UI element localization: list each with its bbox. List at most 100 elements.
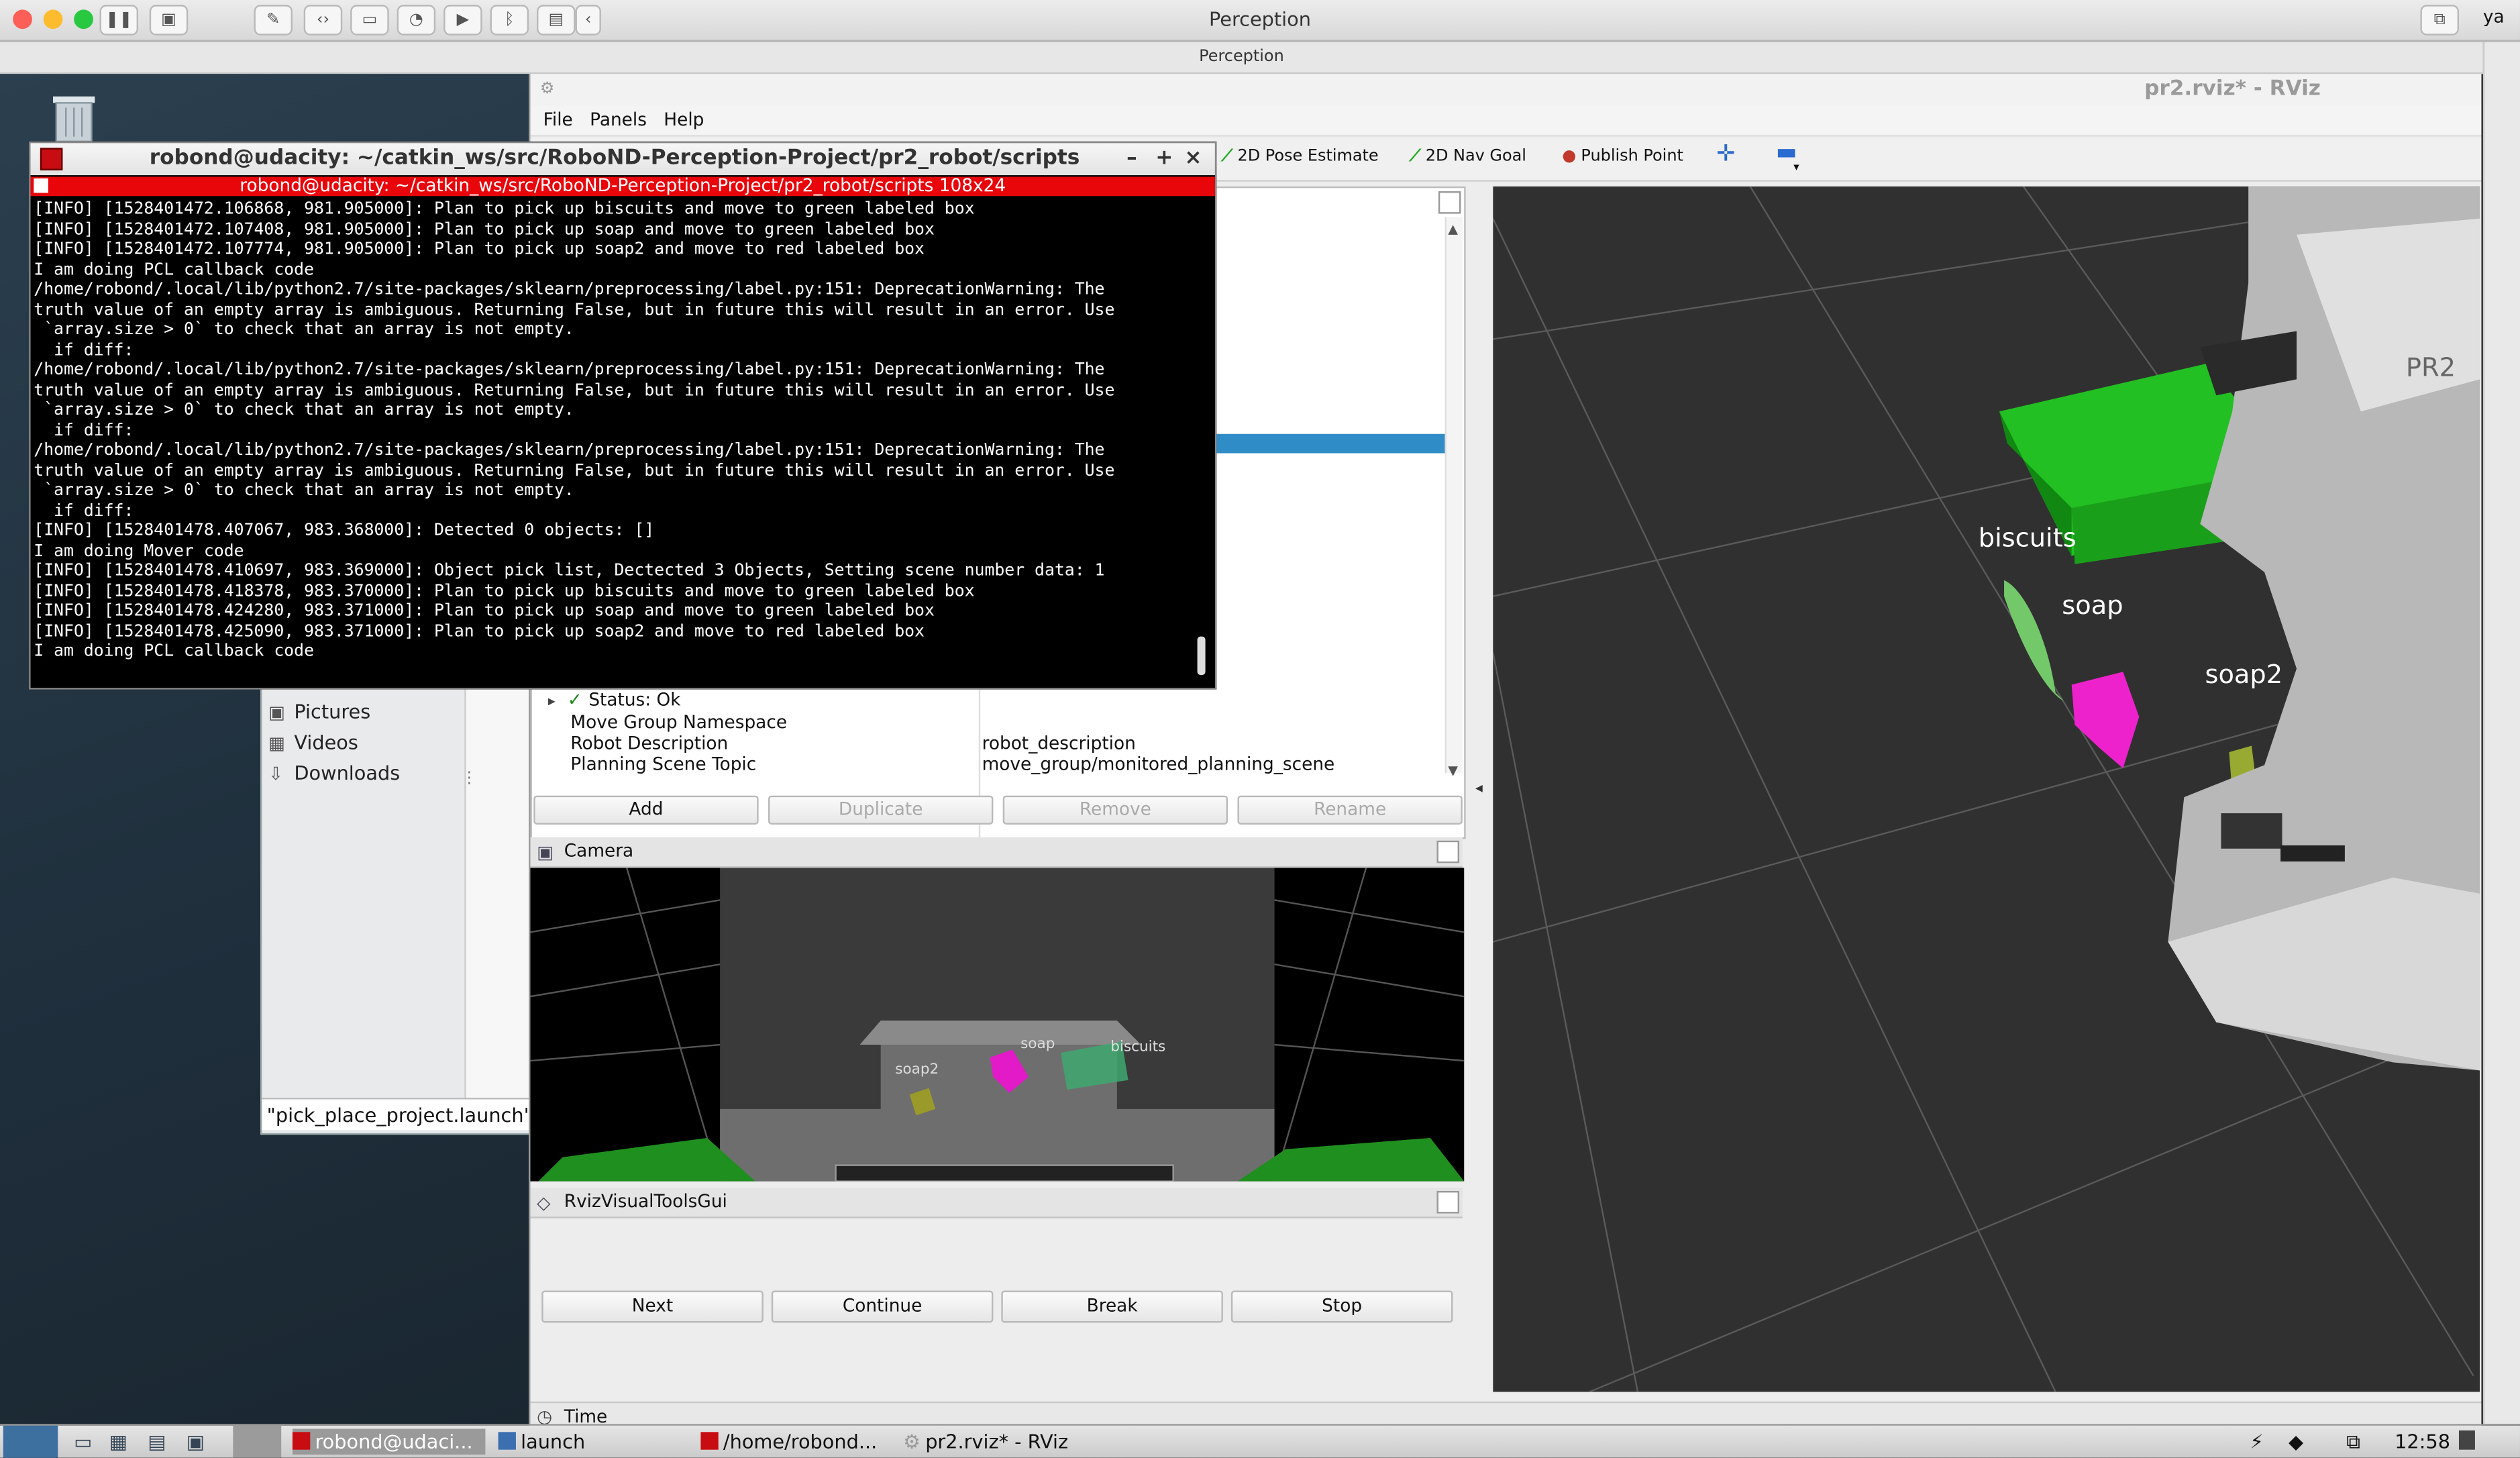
alert-icon[interactable]: ◆ xyxy=(2289,1429,2303,1455)
user-initials: ya xyxy=(2482,6,2505,28)
menu-panels[interactable]: Panels xyxy=(590,109,647,130)
terminal-line: I am doing PCL callback code xyxy=(34,259,315,279)
workspace-indicator[interactable] xyxy=(233,1425,282,1458)
terminal-app-icon xyxy=(700,1432,719,1450)
scroll-up-icon[interactable]: ▲ xyxy=(1448,222,1458,237)
terminal-launcher-icon[interactable]: ▤ xyxy=(148,1429,166,1455)
property-name: Robot Description xyxy=(570,733,729,754)
places-item-label: Downloads xyxy=(294,762,401,784)
next-button[interactable]: Next xyxy=(541,1290,764,1323)
add-display-button[interactable]: Add xyxy=(533,795,759,825)
camera-view[interactable]: soap2 soap biscuits xyxy=(530,868,1465,1182)
stop-button[interactable]: Stop xyxy=(1230,1290,1453,1323)
tool-publish-point[interactable]: ● Publish Point xyxy=(1562,148,1683,165)
diamond-icon: ◇ xyxy=(537,1192,551,1214)
scroll-down-icon[interactable]: ▼ xyxy=(1448,764,1458,778)
continue-button[interactable]: Continue xyxy=(771,1290,994,1323)
nav-arrow-icon: ⟋ xyxy=(1409,148,1421,166)
terminal-title: robond@udacity: ~/catkin_ws/src/RoboND-P… xyxy=(149,146,1080,170)
menu-help[interactable]: Help xyxy=(664,109,704,130)
status-text: Status: Ok xyxy=(588,689,681,711)
expand-arrow-icon[interactable]: ▸ xyxy=(548,694,556,711)
camera-label-soap2: soap2 xyxy=(895,1061,939,1078)
terminal-output[interactable]: [INFO] [1528401472.106868, 981.905000]: … xyxy=(34,199,1191,682)
property-value[interactable]: robot_description xyxy=(982,733,1136,753)
clock: 12:58 xyxy=(2395,1430,2451,1453)
rviz-logo-icon: ⚙ xyxy=(539,80,555,99)
rename-display-button[interactable]: Rename xyxy=(1237,795,1463,825)
task-terminal[interactable]: robond@udaci... xyxy=(292,1428,486,1455)
terminal-line: if diff: xyxy=(34,420,134,440)
trash-icon[interactable] xyxy=(48,87,100,144)
file-manager-window: ▣ Pictures ▦ Videos ⇩ Downloads ⋮ "pick_pla… xyxy=(260,672,531,1135)
task-home-terminal[interactable]: /home/robond... xyxy=(700,1429,877,1455)
tool-label: 2D Pose Estimate xyxy=(1237,148,1379,166)
viewport-label-soap: soap xyxy=(2062,590,2123,621)
camera-icon: ▣ xyxy=(537,842,554,864)
collapse-left-icon[interactable]: ◂ xyxy=(1475,781,1483,797)
editor-launcher-icon[interactable]: ▣ xyxy=(187,1429,205,1455)
property-name: Planning Scene Topic xyxy=(570,753,757,775)
tray-icon[interactable] xyxy=(2458,1430,2475,1450)
terminal-line: I am doing Mover code xyxy=(34,541,244,560)
visual-tools-checkbox[interactable] xyxy=(1436,1190,1460,1214)
terminal-titlebar: robond@udacity: ~/catkin_ws/src/RoboND-P… xyxy=(30,143,1215,176)
power-icon[interactable]: ⚡ xyxy=(2250,1429,2264,1455)
terminal-line: [INFO] [1528401478.424280, 983.371000]: … xyxy=(34,601,935,621)
terminal-inner-title: robond@udacity: ~/catkin_ws/src/RoboND-P… xyxy=(240,175,1006,197)
file-manager-icon[interactable]: ▦ xyxy=(109,1429,127,1455)
maximize-icon[interactable]: + xyxy=(1155,143,1173,175)
host-side-strip xyxy=(2482,42,2520,1424)
terminal-line: [INFO] [1528401472.107408, 981.905000]: … xyxy=(34,219,935,239)
camera-panel-checkbox[interactable] xyxy=(1436,840,1460,864)
tool-2d-nav-goal[interactable]: ⟋ 2D Nav Goal xyxy=(1410,148,1526,165)
download-icon: ⇩ xyxy=(268,763,284,784)
task-rviz[interactable]: ⚙ pr2.rviz* - RViz xyxy=(903,1429,1068,1455)
places-item-videos[interactable]: ▦ Videos xyxy=(268,731,358,754)
places-item-pictures[interactable]: ▣ Pictures xyxy=(268,700,370,723)
duplicate-display-button[interactable]: Duplicate xyxy=(768,795,994,825)
remove-display-button[interactable]: Remove xyxy=(1002,795,1228,825)
terminal-line: if diff: xyxy=(34,501,134,520)
terminal-menu-icon[interactable] xyxy=(34,178,48,193)
splitter-handle-icon[interactable]: ⋮ xyxy=(461,770,477,787)
tool-2d-pose-estimate[interactable]: ⟋ 2D Pose Estimate xyxy=(1222,148,1379,165)
places-item-downloads[interactable]: ⇩ Downloads xyxy=(268,762,400,784)
taskbar: ▭ ▦ ▤ ▣ robond@udaci... launch /home/rob… xyxy=(0,1424,2520,1458)
3d-viewport[interactable]: PR2 biscuits soap soap2 xyxy=(1493,186,2480,1392)
viewport-label-biscuits: biscuits xyxy=(1978,522,2077,554)
terminal-line: I am doing PCL callback code xyxy=(34,641,315,661)
visual-tools-panel-header: ◇ RvizVisualToolsGui xyxy=(530,1188,1463,1218)
minimize-icon[interactable]: – xyxy=(1126,143,1137,175)
terminal-line: `array.size > 0` to check that an array … xyxy=(34,400,574,420)
file-manager-content xyxy=(464,673,531,1098)
terminal-line: truth value of an empty array is ambiguo… xyxy=(34,299,1115,319)
displays-scrollbar[interactable] xyxy=(1445,217,1463,774)
folder-icon xyxy=(498,1432,516,1450)
task-label: /home/robond... xyxy=(723,1430,878,1453)
add-tool-icon[interactable]: ✛ xyxy=(1716,142,1735,167)
selected-display-row[interactable] xyxy=(1216,433,1445,454)
task-launch[interactable]: launch xyxy=(498,1429,585,1455)
camera-panel-header: ▣ Camera xyxy=(530,837,1463,868)
task-label: robond@udaci... xyxy=(315,1430,473,1453)
tool-label: Publish Point xyxy=(1581,148,1683,166)
menu-file[interactable]: File xyxy=(543,109,573,130)
panel-close-checkbox[interactable] xyxy=(1438,191,1461,214)
property-name: Move Group Namespace xyxy=(570,712,788,733)
terminal-app-icon xyxy=(292,1432,311,1450)
break-button[interactable]: Break xyxy=(1001,1290,1223,1323)
chevron-down-icon[interactable]: ▾ xyxy=(1793,161,1799,174)
network-icon[interactable]: ⧉ xyxy=(2346,1429,2360,1455)
close-icon[interactable]: × xyxy=(1184,143,1202,175)
camera-label-soap: soap xyxy=(1020,1035,1055,1052)
terminal-line: [INFO] [1528401478.425090, 983.371000]: … xyxy=(34,621,925,641)
host-titlebar: ❚❚ ▣ ✎ ‹› ▭ ◔ ▶ ᛒ ▤ ‹ Perception ⧉ ya xyxy=(0,0,2520,42)
property-value[interactable]: move_group/monitored_planning_scene xyxy=(982,753,1335,774)
show-desktop-icon[interactable]: ▭ xyxy=(74,1429,92,1455)
restore-icon[interactable]: ⧉ xyxy=(2420,5,2459,36)
pin-icon: ● xyxy=(1562,148,1577,166)
status-row[interactable]: ▸ ✓ Status: Ok xyxy=(548,690,681,711)
terminal-scrollbar[interactable] xyxy=(1197,636,1206,676)
start-menu-icon[interactable] xyxy=(3,1425,58,1458)
